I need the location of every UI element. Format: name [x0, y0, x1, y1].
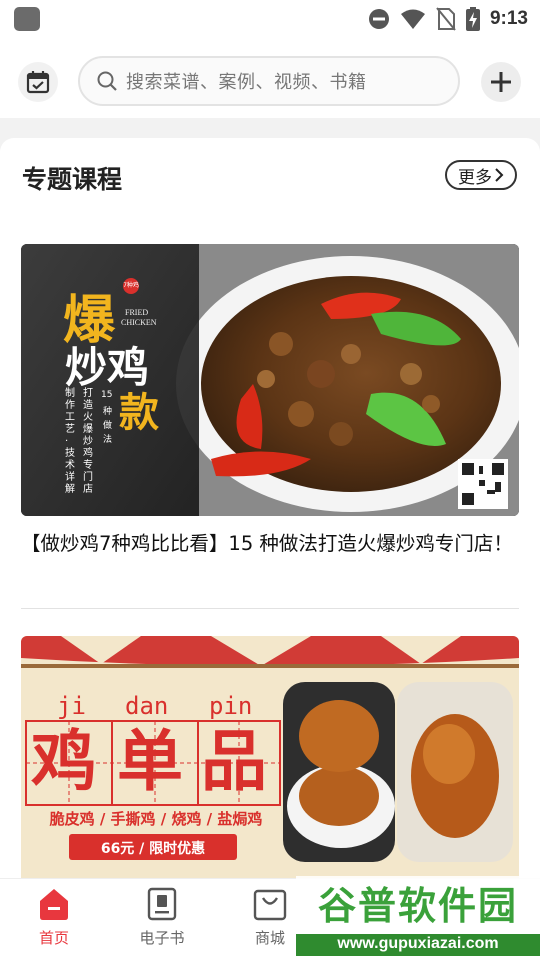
shopping-bag-icon	[253, 889, 287, 921]
banner-char-1: 鸡	[31, 723, 97, 800]
add-button[interactable]	[481, 62, 521, 102]
banner-count-b: 做	[103, 421, 113, 431]
more-button[interactable]: 更多	[445, 160, 517, 190]
nav-ebook-label: 电子书	[139, 929, 185, 947]
ebook-icon	[147, 887, 177, 921]
plus-icon	[491, 72, 511, 92]
banner-fried: FRIED	[125, 308, 149, 317]
banner-count-a: 种	[103, 407, 113, 417]
banner-count: 15	[101, 390, 113, 400]
battery-charging-icon	[465, 7, 480, 31]
wifi-icon	[400, 9, 425, 29]
divider	[21, 608, 519, 609]
status-icons: 9:13	[368, 5, 528, 33]
nav-mall-label: 商城	[254, 929, 285, 947]
banner-seal: 7种鸡	[123, 278, 139, 294]
calendar-button[interactable]	[18, 62, 58, 102]
status-bar: 9:13	[0, 0, 540, 38]
no-sim-icon	[436, 7, 456, 31]
nav-home[interactable]: 首页	[14, 887, 94, 948]
watermark-url: www.gupuxiazai.com	[337, 935, 499, 952]
banner-vertical-2: 制作工艺·技术详解	[65, 388, 75, 495]
status-time: 9:13	[489, 8, 528, 29]
pinyin-2: dan	[125, 692, 169, 720]
banner-subtitle: 脆皮鸡 / 手撕鸡 / 烧鸡 / 盐焗鸡	[49, 810, 263, 828]
search-icon	[96, 70, 118, 92]
banner-big-char-3: 款	[119, 390, 159, 436]
banner-char-3: 品	[201, 723, 267, 800]
dnd-icon	[368, 9, 389, 29]
banner-vertical-1: 打造火爆炒鸡专门店	[83, 388, 93, 495]
course-card-2-image[interactable]: ji dan pin 鸡 单 品 脆皮鸡 / 手撕鸡 / 烧鸡 / 盐焗鸡 66…	[21, 636, 519, 878]
header: 搜索菜谱、案例、视频、书籍	[0, 38, 540, 118]
search-input[interactable]: 搜索菜谱、案例、视频、书籍	[78, 56, 460, 106]
search-placeholder: 搜索菜谱、案例、视频、书籍	[126, 72, 367, 93]
section-title: 专题课程	[22, 165, 123, 194]
pinyin-3: pin	[209, 692, 253, 720]
content-area: 专题课程 更多 爆 7种鸡 FRIED CHICKEN 炒鸡 款 打造火爆炒鸡专…	[0, 138, 540, 878]
more-label: 更多	[458, 167, 492, 188]
banner-char-2: 单	[117, 723, 183, 800]
home-icon	[40, 889, 68, 920]
app-icon	[14, 7, 40, 31]
watermark-text: 谷普软件园	[317, 884, 518, 928]
watermark: 谷普软件园 www.gupuxiazai.com	[296, 876, 540, 956]
chevron-right-icon	[495, 168, 504, 182]
pinyin-1: ji	[57, 692, 86, 720]
course-card-1-image[interactable]: 爆 7种鸡 FRIED CHICKEN 炒鸡 款 打造火爆炒鸡专门店 制作工艺·…	[21, 244, 519, 516]
calendar-check-icon	[26, 71, 50, 94]
banner-chicken: CHICKEN	[121, 318, 157, 327]
course-card-1-title[interactable]: 【做炒鸡7种鸡比比看】15 种做法打造火爆炒鸡专门店！	[21, 530, 519, 558]
banner-price: 66元 / 限时优惠	[100, 841, 206, 857]
nav-home-label: 首页	[38, 929, 69, 947]
banner-count-c: 法	[103, 435, 113, 445]
nav-ebook[interactable]: 电子书	[122, 887, 202, 948]
